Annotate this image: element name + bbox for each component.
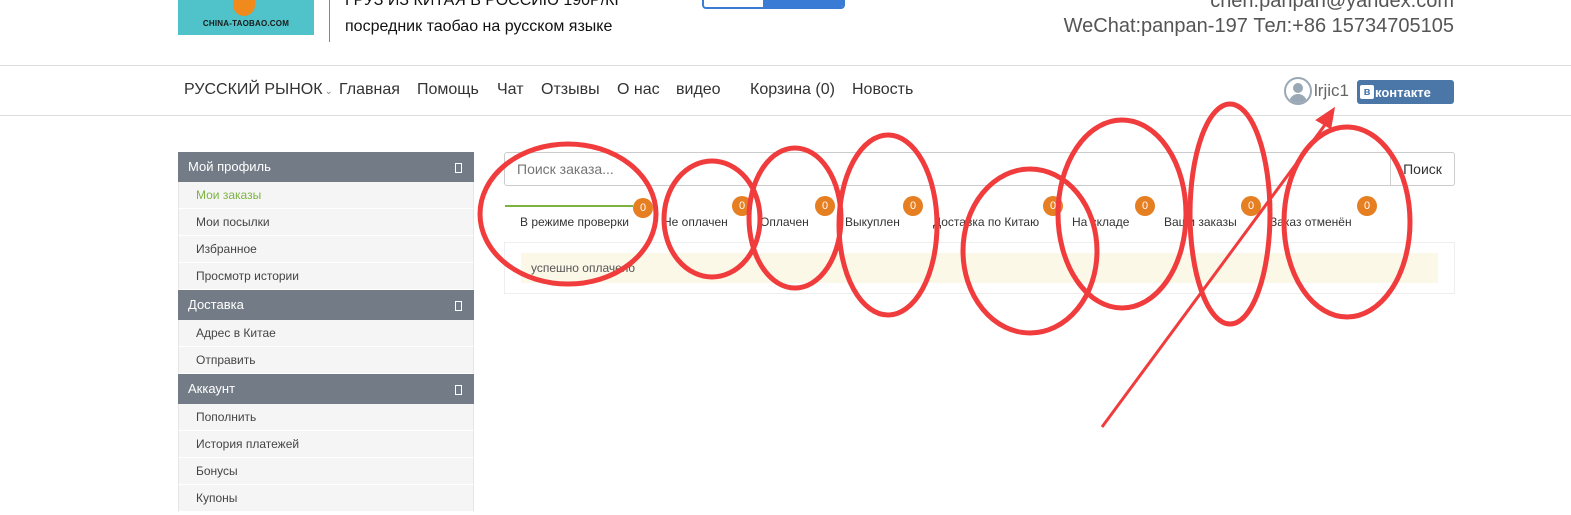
sidebar-item-bonuses[interactable]: Бонусы [178, 458, 474, 485]
logo-text: CHINA-TAOBAO.COM [202, 19, 290, 28]
slogan-line-2: посредник таобао на русском языке [345, 18, 613, 35]
avatar-head [1293, 83, 1303, 93]
tab-count-badge: 0 [1043, 196, 1063, 216]
tab-count-badge: 0 [732, 196, 752, 216]
tab-count-badge: 0 [1135, 196, 1155, 216]
sidebar-section-title: Аккаунт [188, 381, 236, 396]
vk-logo-icon: в [1360, 85, 1374, 99]
nav-video[interactable]: видео [676, 81, 721, 99]
nav-chat[interactable]: Чат [497, 81, 524, 99]
sidebar-section-account[interactable]: Аккаунт [178, 374, 474, 404]
tab-your-orders[interactable]: Ваши заказы [1164, 215, 1237, 229]
slogan-line-1: ГРУЗ ИЗ КИТАЯ В РОССИЮ 190Р/КГ [345, 0, 624, 9]
nav-home[interactable]: Главная [339, 81, 400, 99]
tab-count-badge: 0 [1241, 196, 1261, 216]
tab-china-delivery[interactable]: Доставка по Китаю [933, 215, 1039, 229]
sidebar-section-profile[interactable]: Мой профиль [178, 152, 474, 182]
tab-count-badge: 0 [1357, 196, 1377, 216]
tab-paid[interactable]: Оплачен [760, 215, 809, 229]
sidebar-item-my-orders[interactable]: Мои заказы [178, 182, 474, 209]
tab-count-badge: 0 [903, 196, 923, 216]
chevron-down-icon: ⌄ [324, 86, 333, 97]
sidebar-item-payment-history[interactable]: История платежей [178, 431, 474, 458]
logo-divider [329, 0, 330, 42]
collapse-icon[interactable] [455, 301, 462, 311]
payment-success-notice: успешно оплачено [521, 253, 1438, 283]
contact-phone: WeChat:panpan-197 Тел:+86 15734705105 [1063, 15, 1454, 37]
collapse-icon[interactable] [455, 163, 462, 173]
vkontakte-button[interactable]: в контакте [1357, 80, 1454, 104]
nav-reviews[interactable]: Отзывы [541, 81, 600, 99]
sidebar-item-favorites[interactable]: Избранное [178, 236, 474, 263]
sidebar-item-history[interactable]: Просмотр истории [178, 263, 474, 290]
sidebar-item-top-up[interactable]: Пополнить [178, 404, 474, 431]
account-sidebar: Мой профиль Мои заказы Мои посылки Избра… [178, 152, 474, 512]
sidebar-section-title: Доставка [188, 297, 244, 312]
sidebar-item-china-address[interactable]: Адрес в Китае [178, 320, 474, 347]
user-avatar-icon[interactable] [1284, 77, 1312, 105]
nav-help[interactable]: Помощь [417, 81, 479, 99]
nav-news[interactable]: Новость [852, 81, 913, 99]
sidebar-item-my-parcels[interactable]: Мои посылки [178, 209, 474, 236]
nav-about[interactable]: О нас [617, 81, 660, 99]
logo-mascot-icon [233, 0, 255, 16]
order-search-input[interactable] [504, 152, 1391, 186]
nav-cart[interactable]: Корзина (0) [750, 81, 835, 99]
tab-cancelled[interactable]: Заказ отменён [1270, 215, 1352, 229]
nav-market-dropdown[interactable]: РУССКИЙ РЫНОК ⌄ [184, 81, 333, 99]
tab-not-paid[interactable]: Не оплачен [663, 215, 728, 229]
sidebar-item-send[interactable]: Отправить [178, 347, 474, 374]
vk-button-label: контакте [1375, 84, 1431, 100]
tab-count-badge: 0 [815, 196, 835, 216]
sidebar-item-coupons[interactable]: Купоны [178, 485, 474, 512]
site-logo[interactable]: CHINA-TAOBAO.COM [178, 0, 314, 35]
top-search-button[interactable] [763, 0, 843, 7]
tab-purchased[interactable]: Выкуплен [845, 215, 900, 229]
tab-in-warehouse[interactable]: На складе [1072, 215, 1129, 229]
sidebar-section-delivery[interactable]: Доставка [178, 290, 474, 320]
main-navbar: РУССКИЙ РЫНОК ⌄ Главная Помощь Чат Отзывы… [0, 65, 1571, 116]
contact-email: chen.panpan@yandex.com [1210, 0, 1454, 12]
tab-under-review[interactable]: В режиме проверки [520, 215, 629, 229]
collapse-icon[interactable] [455, 385, 462, 395]
avatar-body [1289, 94, 1307, 103]
top-search-box[interactable] [702, 0, 845, 9]
active-tab-indicator [505, 205, 633, 207]
nav-market-label: РУССКИЙ РЫНОК [184, 81, 323, 98]
user-name-link[interactable]: lrjic1 [1314, 81, 1349, 101]
order-search-button[interactable]: Поиск [1390, 152, 1455, 186]
tab-count-badge: 0 [633, 198, 653, 218]
sidebar-section-title: Мой профиль [188, 159, 271, 174]
